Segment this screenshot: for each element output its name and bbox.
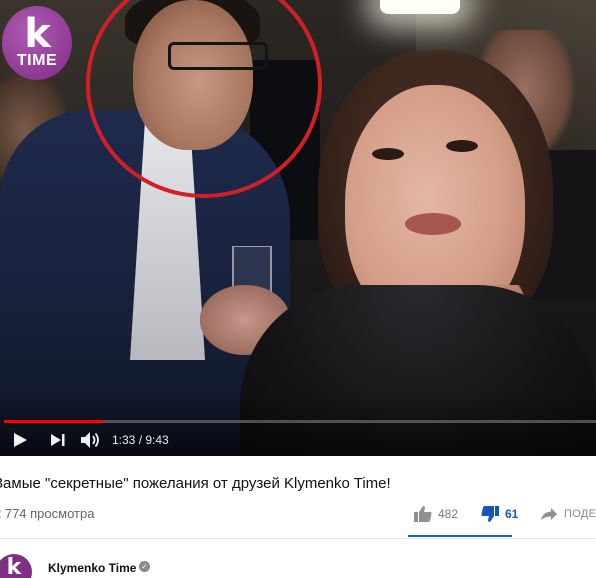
verified-badge-icon: ✓ bbox=[139, 561, 150, 572]
divider bbox=[0, 538, 596, 539]
duration: 9:43 bbox=[145, 433, 169, 447]
time-display: 1:33 / 9:43 bbox=[112, 428, 169, 452]
logo-letter: k bbox=[24, 11, 51, 57]
volume-icon bbox=[81, 432, 99, 448]
like-count: 482 bbox=[438, 507, 459, 521]
thumbs-up-icon bbox=[414, 506, 432, 522]
thumbs-down-icon bbox=[481, 506, 499, 522]
next-button[interactable] bbox=[50, 428, 70, 452]
time-separator: / bbox=[135, 433, 146, 447]
video-player[interactable]: k TIME 1:33 / 9:43 bbox=[0, 0, 596, 456]
channel-avatar[interactable]: k bbox=[0, 554, 32, 578]
logo-text: TIME bbox=[16, 52, 58, 69]
share-button[interactable]: ПОДЕ bbox=[541, 504, 596, 524]
sentiment-bar bbox=[408, 535, 512, 537]
play-button[interactable] bbox=[12, 428, 34, 452]
current-time: 1:33 bbox=[112, 433, 136, 447]
volume-button[interactable] bbox=[80, 428, 104, 452]
channel-logo: k TIME bbox=[2, 6, 72, 80]
dislike-button[interactable]: 61 bbox=[481, 504, 518, 524]
like-button[interactable]: 482 bbox=[414, 504, 458, 524]
progress-bar[interactable] bbox=[4, 420, 596, 423]
dislike-count: 61 bbox=[505, 507, 519, 521]
video-title: Замые "секретные" пожелания от друзей Kl… bbox=[0, 475, 391, 492]
play-icon bbox=[14, 433, 27, 447]
view-count: 2 774 просмотра bbox=[0, 506, 95, 521]
progress-fill bbox=[4, 420, 104, 423]
share-label: ПОДЕ bbox=[564, 508, 596, 520]
channel-name[interactable]: Klymenko Time bbox=[48, 561, 136, 575]
share-arrow-icon bbox=[541, 508, 557, 520]
next-icon bbox=[51, 434, 65, 446]
